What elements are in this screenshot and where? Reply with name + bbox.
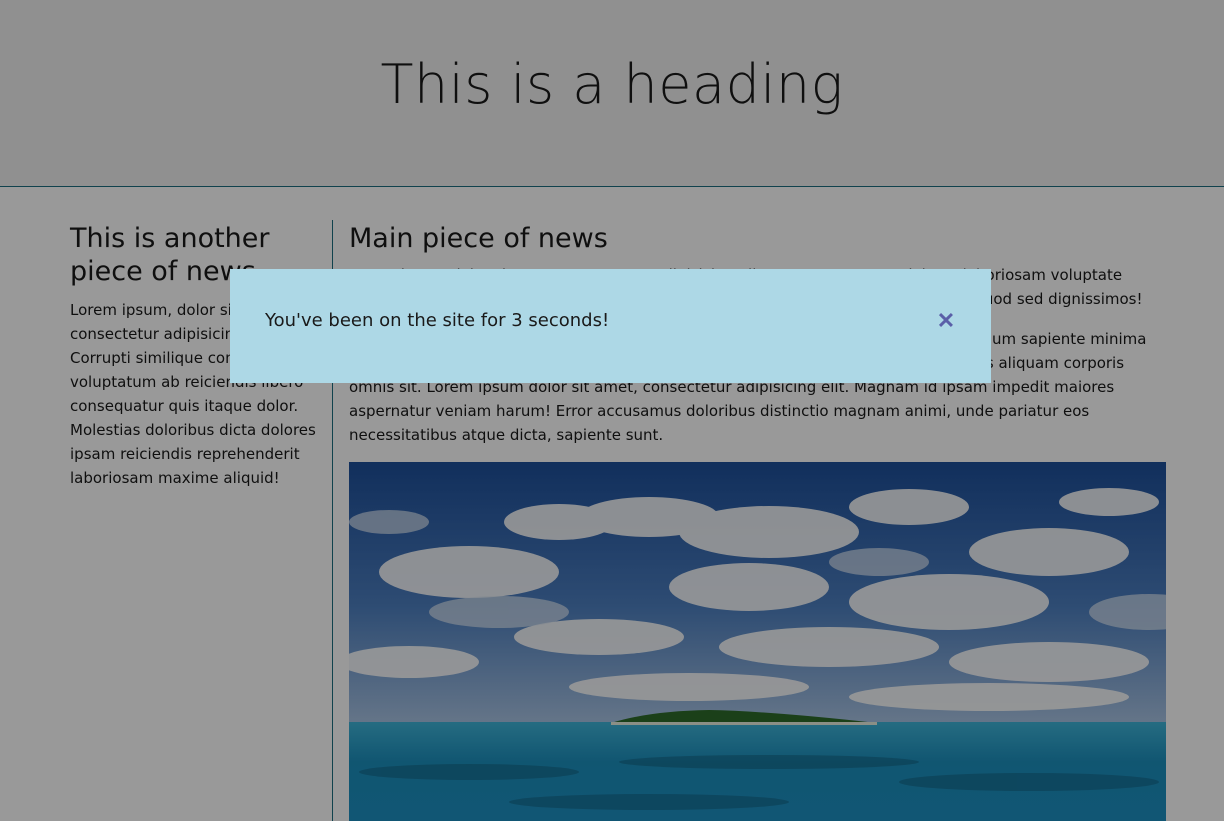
close-button[interactable]: ✕ bbox=[934, 309, 958, 333]
close-icon: ✕ bbox=[936, 308, 956, 333]
modal-message: You've been on the site for 3 seconds! bbox=[265, 310, 610, 331]
page: This is a heading This is another piece … bbox=[0, 0, 1224, 821]
modal-backdrop[interactable] bbox=[0, 0, 1224, 821]
notification-modal: You've been on the site for 3 seconds! ✕ bbox=[230, 269, 991, 383]
